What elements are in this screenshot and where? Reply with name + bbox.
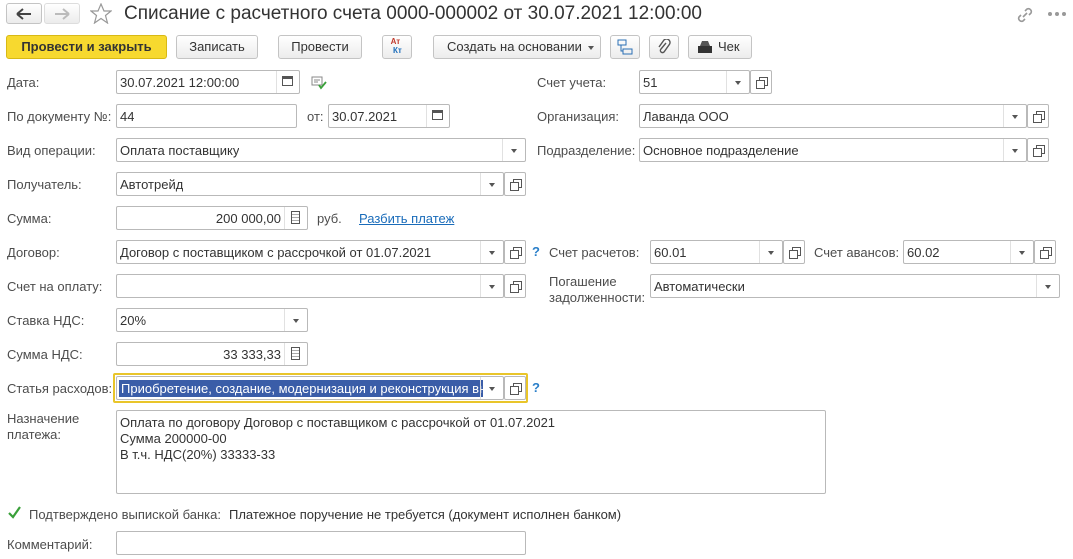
vat-rate-select[interactable]: 20%	[116, 308, 308, 332]
debt-repayment-select[interactable]: Автоматически	[650, 274, 1060, 298]
post-and-close-button[interactable]: Провести и закрыть	[6, 35, 167, 59]
chevron-down-icon[interactable]	[480, 275, 503, 297]
doc-number-field[interactable]: 44	[116, 104, 297, 128]
open-icon[interactable]	[1027, 138, 1049, 162]
doc-number-label: По документу №:	[7, 109, 112, 124]
recipient-select[interactable]: Автотрейд	[116, 172, 504, 196]
currency-label: руб.	[317, 211, 342, 226]
help-icon[interactable]: ?	[532, 244, 540, 259]
vat-rate-label: Ставка НДС:	[7, 313, 85, 328]
post-button[interactable]: Провести	[278, 35, 362, 59]
chevron-down-icon[interactable]	[759, 241, 782, 263]
settlement-account-select[interactable]: 60.01	[650, 240, 783, 264]
organization-select[interactable]: Лаванда ООО	[639, 104, 1027, 128]
chevron-down-icon[interactable]	[1003, 105, 1026, 127]
open-icon[interactable]	[750, 70, 772, 94]
more-icon[interactable]	[1047, 11, 1067, 17]
sum-field[interactable]: 200 000,00	[116, 206, 308, 230]
link-icon[interactable]	[1016, 6, 1034, 24]
save-button[interactable]: Записать	[176, 35, 258, 59]
split-payment-link[interactable]: Разбить платеж	[359, 211, 454, 227]
division-label: Подразделение:	[537, 143, 636, 158]
document-status-icon	[311, 76, 327, 90]
hierarchy-icon	[617, 39, 633, 55]
open-icon[interactable]	[504, 240, 526, 264]
open-icon[interactable]	[1027, 104, 1049, 128]
open-icon[interactable]	[1034, 240, 1056, 264]
chevron-down-icon[interactable]	[502, 139, 525, 161]
dt-kt-button[interactable]: Ат Кт	[382, 35, 412, 59]
chevron-down-icon[interactable]	[480, 377, 503, 399]
chevron-down-icon	[588, 46, 594, 50]
create-based-on-button[interactable]: Создать на основании	[433, 35, 601, 59]
confirmed-label: Подтверждено выпиской банка:	[29, 507, 221, 522]
open-icon[interactable]	[504, 274, 526, 298]
contract-label: Договор:	[7, 245, 60, 260]
dt-kt-icon: Ат Кт	[390, 37, 402, 55]
calculator-icon[interactable]	[284, 343, 307, 365]
open-icon[interactable]	[504, 172, 526, 196]
purpose-textarea[interactable]: Оплата по договору Договор с поставщиком…	[116, 410, 826, 494]
arrow-left-icon	[16, 8, 31, 20]
doc-date-field[interactable]: 30.07.2021	[328, 104, 450, 128]
expense-item-label: Статья расходов:	[7, 381, 113, 396]
attachments-button[interactable]	[649, 35, 679, 59]
settlement-account-label: Счет расчетов:	[549, 245, 640, 260]
arrow-right-icon	[55, 8, 70, 20]
chevron-down-icon[interactable]	[480, 173, 503, 195]
receipt-button[interactable]: Чек	[688, 35, 752, 59]
invoice-select[interactable]	[116, 274, 504, 298]
chevron-down-icon[interactable]	[284, 309, 307, 331]
sum-label: Сумма:	[7, 211, 52, 226]
calendar-icon[interactable]	[276, 71, 299, 93]
open-icon[interactable]	[783, 240, 805, 264]
date-field[interactable]: 30.07.2021 12:00:00	[116, 70, 300, 94]
expense-item-select[interactable]: Приобретение, создание, модернизация и р…	[116, 376, 504, 400]
contract-select[interactable]: Договор с поставщиком с рассрочкой от 01…	[116, 240, 504, 264]
confirmed-checkbox[interactable]	[7, 505, 22, 520]
vat-sum-label: Сумма НДС:	[7, 347, 83, 362]
comment-field[interactable]	[116, 531, 526, 555]
account-label: Счет учета:	[537, 75, 607, 90]
help-icon[interactable]: ?	[532, 380, 540, 395]
debt-repayment-label: Погашение задолженности:	[549, 274, 646, 305]
invoice-label: Счет на оплату:	[7, 279, 103, 294]
doc-date-label: от:	[307, 109, 324, 124]
date-label: Дата:	[7, 75, 40, 90]
chevron-down-icon[interactable]	[1036, 275, 1059, 297]
chevron-down-icon[interactable]	[1003, 139, 1026, 161]
organization-label: Организация:	[537, 109, 620, 124]
purpose-label: Назначение платежа:	[7, 411, 80, 442]
page-title: Списание с расчетного счета 0000-000002 …	[124, 3, 702, 24]
chevron-down-icon[interactable]	[726, 71, 749, 93]
structure-button[interactable]	[610, 35, 640, 59]
account-select[interactable]: 51	[639, 70, 750, 94]
operation-label: Вид операции:	[7, 143, 96, 158]
checkmark-icon	[8, 506, 21, 519]
chevron-down-icon[interactable]	[1010, 241, 1033, 263]
calendar-icon[interactable]	[426, 105, 449, 127]
chevron-down-icon[interactable]	[480, 241, 503, 263]
favorite-star-icon[interactable]	[90, 3, 112, 24]
advance-account-select[interactable]: 60.02	[903, 240, 1034, 264]
recipient-label: Получатель:	[7, 177, 82, 192]
vat-sum-field[interactable]: 33 333,33	[116, 342, 308, 366]
open-icon[interactable]	[504, 376, 526, 400]
calculator-icon[interactable]	[284, 207, 307, 229]
forward-button[interactable]	[44, 3, 80, 24]
operation-select[interactable]: Оплата поставщику	[116, 138, 526, 162]
paperclip-icon	[658, 38, 671, 54]
back-button[interactable]	[6, 3, 42, 24]
cash-register-icon	[698, 41, 712, 53]
confirmed-note: Платежное поручение не требуется (докуме…	[229, 507, 622, 522]
division-select[interactable]: Основное подразделение	[639, 138, 1027, 162]
comment-label: Комментарий:	[7, 537, 93, 552]
advance-account-label: Счет авансов:	[814, 245, 900, 260]
